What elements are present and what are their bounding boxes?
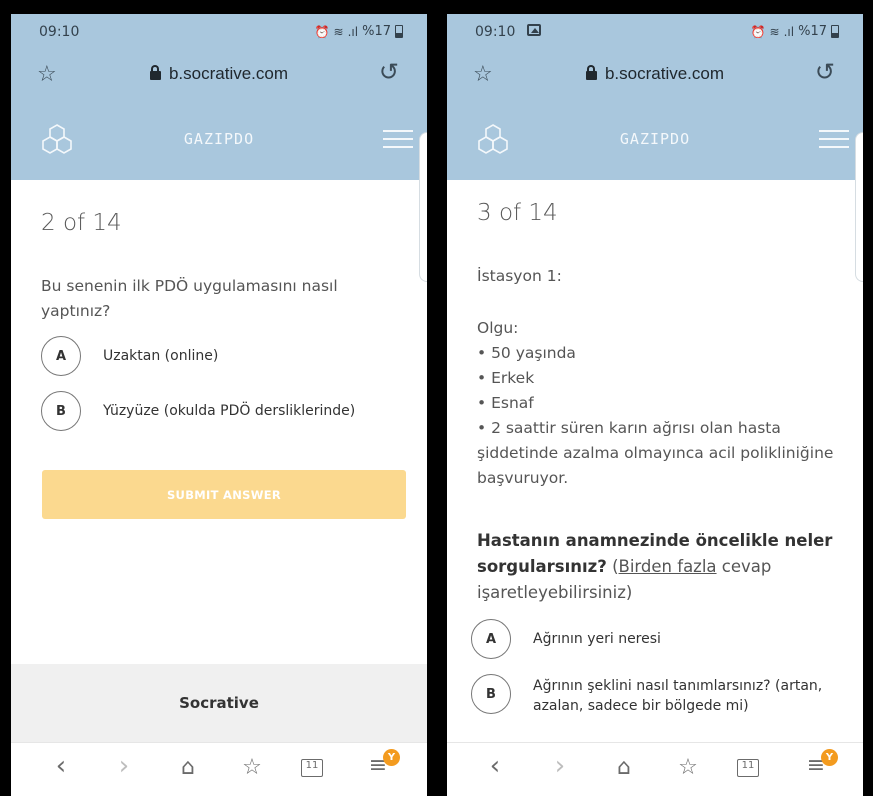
url-text: b.socrative.com xyxy=(168,64,289,83)
case-item: • 50 yaşında xyxy=(477,344,576,362)
question-text: Hastanın anamnezinde öncelikle neler sor… xyxy=(477,531,833,602)
signal-icon: .ıl xyxy=(783,24,795,39)
status-time: 09:10 xyxy=(475,24,516,40)
home-icon[interactable]: ⌂ xyxy=(171,755,205,780)
alarm-icon: ⏰ xyxy=(750,24,766,39)
answer-option-b[interactable]: B Ağrının şeklini nasıl tanımlarsınız? (… xyxy=(471,674,851,716)
answer-text: Uzaktan (online) xyxy=(103,348,219,364)
answer-letter: B xyxy=(41,391,81,431)
question-text-wrap: Bu senenin ilk PDÖ uygulamasını nasıl ya… xyxy=(41,274,371,324)
image-notification-icon xyxy=(527,24,541,36)
case-item: • Erkek xyxy=(477,369,535,387)
answer-letter: A xyxy=(471,619,511,659)
answer-letter: B xyxy=(471,674,511,714)
url-text: b.socrative.com xyxy=(604,64,725,83)
footer-brand: Socrative xyxy=(179,694,259,712)
battery-percent: %17 xyxy=(798,24,827,39)
reload-icon[interactable]: ↺ xyxy=(815,58,835,86)
back-icon[interactable]: ‹ xyxy=(44,751,78,781)
case-item: • 2 saattir süren karın ağrısı olan hast… xyxy=(477,419,834,487)
tabs-icon[interactable]: 11 xyxy=(301,759,323,777)
wifi-icon: ≋ xyxy=(333,24,344,39)
question-text: Bu senenin ilk PDÖ uygulamasını nasıl ya… xyxy=(41,277,338,320)
forward-icon[interactable]: › xyxy=(107,751,141,781)
back-icon[interactable]: ‹ xyxy=(478,751,512,781)
hamburger-menu-icon[interactable] xyxy=(383,130,413,150)
browser-url-bar: ☆ b.socrative.com ↺ xyxy=(447,50,863,100)
status-icons: ⏰ ≋ .ıl %17 xyxy=(751,24,839,39)
phone-screen-left: 09:10 ⏰ ≋ .ıl %17 ☆ b.socrative.com ↺ GA… xyxy=(11,14,427,796)
app-header: GAZIPDO xyxy=(11,100,427,180)
question-progress: 2 of 14 xyxy=(41,210,411,236)
battery-icon xyxy=(395,25,403,38)
wifi-icon: ≋ xyxy=(769,24,780,39)
bookmarks-icon[interactable]: ☆ xyxy=(235,755,269,780)
station-label: İstasyon 1: xyxy=(477,267,562,285)
answer-text: Ağrının yeri neresi xyxy=(533,631,661,647)
case-item: • Esnaf xyxy=(477,394,534,412)
room-name: GAZIPDO xyxy=(183,130,255,148)
browser-nav-bar: ‹ › ⌂ ☆ 11 ≡ Y xyxy=(447,742,863,796)
progress-text: 2 of 14 xyxy=(41,210,122,236)
address-field[interactable]: b.socrative.com xyxy=(11,64,427,84)
battery-icon xyxy=(831,25,839,38)
question-emphasis-link: Birden fazla xyxy=(618,557,717,576)
answer-text: Yüzyüze (okulda PDÖ dersliklerinde) xyxy=(103,403,356,419)
scroll-indicator xyxy=(419,132,427,282)
alarm-icon: ⏰ xyxy=(314,24,330,39)
lock-icon xyxy=(585,65,597,80)
lock-icon xyxy=(149,65,161,80)
forward-icon[interactable]: › xyxy=(543,751,577,781)
status-icons: ⏰ ≋ .ıl %17 xyxy=(315,24,403,39)
case-heading: Olgu: xyxy=(477,319,519,337)
submit-answer-button[interactable]: SUBMIT ANSWER xyxy=(42,470,406,519)
answer-letter: A xyxy=(41,336,81,376)
status-time: 09:10 xyxy=(39,24,80,40)
answer-option-a[interactable]: A Ağrının yeri neresi xyxy=(471,619,661,659)
reload-icon[interactable]: ↺ xyxy=(379,58,399,86)
room-name: GAZIPDO xyxy=(619,130,691,148)
case-text: İstasyon 1: Olgu: • 50 yaşında • Erkek •… xyxy=(477,264,857,491)
address-field[interactable]: b.socrative.com xyxy=(447,64,863,84)
home-icon[interactable]: ⌂ xyxy=(607,755,641,780)
status-bar: 09:10 ⏰ ≋ .ıl %17 xyxy=(447,14,863,50)
hamburger-menu-icon[interactable] xyxy=(819,130,849,150)
battery-percent: %17 xyxy=(362,24,391,39)
notification-badge: Y xyxy=(821,749,838,766)
phone-screen-right: 09:10 ⏰ ≋ .ıl %17 ☆ b.socrative.com ↺ GA… xyxy=(447,14,863,796)
notification-badge: Y xyxy=(383,749,400,766)
browser-nav-bar: ‹ › ⌂ ☆ 11 ≡ Y xyxy=(11,742,427,796)
answer-option-a[interactable]: A Uzaktan (online) xyxy=(41,336,218,376)
footer: Socrative xyxy=(11,664,427,742)
tabs-icon[interactable]: 11 xyxy=(737,759,759,777)
answer-text: Ağrının şeklini nasıl tanımlarsınız? (ar… xyxy=(533,678,823,714)
bookmarks-icon[interactable]: ☆ xyxy=(671,755,705,780)
question-progress: 3 of 14 xyxy=(477,200,847,226)
browser-url-bar: ☆ b.socrative.com ↺ xyxy=(11,50,427,100)
app-header: GAZIPDO xyxy=(447,100,863,180)
answer-option-b[interactable]: B Yüzyüze (okulda PDÖ dersliklerinde) xyxy=(41,391,355,431)
status-bar: 09:10 ⏰ ≋ .ıl %17 xyxy=(11,14,427,50)
progress-text: 3 of 14 xyxy=(477,200,558,226)
signal-icon: .ıl xyxy=(347,24,359,39)
scroll-indicator xyxy=(855,132,863,282)
